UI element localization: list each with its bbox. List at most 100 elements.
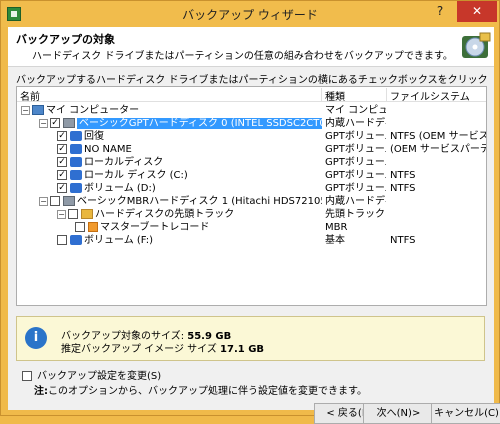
tree-row-type: マイ コンピューター: [325, 105, 386, 116]
tree-row-type: GPTボリューム: [325, 183, 386, 194]
tree-row-label[interactable]: NO NAME: [84, 144, 132, 155]
tree-row-filesystem: NTFS: [390, 170, 416, 181]
tree-row-filesystem: [387, 104, 486, 117]
row-checkbox[interactable]: ✓: [57, 144, 67, 154]
tree-row-label[interactable]: マスターブートレコード: [100, 222, 209, 233]
tree-row-type: 内蔵ハードディスク: [325, 196, 386, 207]
tree-row-filesystem: NTFS (OEM サービスパーティション): [390, 131, 486, 142]
cancel-button[interactable]: キャンセル(C): [431, 403, 500, 424]
tree-row[interactable]: − ハードディスクの先頭トラック 先頭トラック: [17, 208, 486, 221]
tree-row-name-cell: ✓ ローカル ディスク (C:): [57, 169, 322, 182]
tree-row-name-cell: − マイ コンピューター: [21, 104, 322, 117]
wizard-header: バックアップの対象 ハードディスク ドライブまたはパーティションの任意の組み合わ…: [8, 27, 494, 67]
tree-row-label[interactable]: ベーシックGPTハードディスク 0 (INTEL SSDSC2CT060A3 A…: [77, 118, 322, 129]
column-header-filesystem[interactable]: ファイルシステム: [387, 88, 486, 102]
tree-row-filesystem: (OEM サービスパーティション): [390, 144, 486, 155]
tree-row-type: GPTボリューム: [325, 144, 386, 155]
tree-row-filesystem: [387, 208, 486, 221]
backup-wizard-window: バックアップ ウィザード ? ✕ バックアップの対象 ハードディスク ドライブま…: [0, 0, 500, 424]
note-label: 注:: [34, 386, 48, 397]
column-header-type[interactable]: 種類: [322, 88, 387, 102]
help-button[interactable]: ?: [427, 1, 453, 22]
tree-row-label[interactable]: 回復: [84, 131, 104, 142]
tree-row[interactable]: ✓ ローカルディスク GPTボリューム: [17, 156, 486, 169]
row-checkbox[interactable]: ✓: [57, 170, 67, 180]
volume-icon: [70, 144, 82, 154]
tree-row-label[interactable]: ローカルディスク: [84, 157, 163, 168]
image-size-label: 推定バックアップ イメージ サイズ: [61, 344, 221, 355]
collapse-toggle-icon[interactable]: −: [39, 118, 48, 128]
tree-row[interactable]: − ベーシックMBRハードディスク 1 (Hitachi HDS721050CLA…: [17, 195, 486, 208]
change-settings-option[interactable]: バックアップ設定を変更(S): [22, 367, 161, 382]
tree-row-label[interactable]: ローカル ディスク (C:): [84, 170, 188, 181]
tree-row-type: 先頭トラック: [325, 209, 385, 220]
tree-row-name-cell: ✓ ボリューム (D:): [57, 182, 322, 195]
row-checkbox[interactable]: [57, 235, 67, 245]
tree-row-filesystem: [387, 221, 486, 234]
note-text: このオプションから、バックアップ処理に伴う設定値を変更できます。: [48, 386, 367, 397]
tree-row-label[interactable]: マイ コンピューター: [46, 105, 139, 116]
tree-row-name-cell: ✓ ローカルディスク: [57, 156, 322, 169]
disk-icon: [63, 118, 75, 128]
tree-row-name-cell: ✓ 回復: [57, 130, 322, 143]
track-icon: [81, 209, 93, 219]
row-checkbox[interactable]: ✓: [57, 157, 67, 167]
tree-row-name-cell: ✓ NO NAME: [57, 143, 322, 156]
tree-row-name-cell: − ハードディスクの先頭トラック: [57, 208, 322, 221]
tree-row-type: GPTボリューム: [325, 157, 386, 168]
row-checkbox[interactable]: ✓: [57, 131, 67, 141]
volume-icon: [70, 170, 82, 180]
tree-row-name-cell: ボリューム (F:): [57, 234, 322, 247]
collapse-toggle-icon[interactable]: −: [39, 196, 48, 206]
tree-row[interactable]: −✓ ベーシックGPTハードディスク 0 (INTEL SSDSC2CT060A3…: [17, 117, 486, 130]
volume-icon: [70, 157, 82, 167]
tree-row-label[interactable]: ボリューム (D:): [84, 183, 156, 194]
tree-row-type: GPTボリューム: [325, 131, 386, 142]
tree-row-filesystem: [387, 156, 486, 169]
window-title: バックアップ ウィザード: [182, 8, 318, 22]
change-settings-checkbox[interactable]: [22, 371, 32, 381]
tree-row[interactable]: ✓ NO NAME GPTボリューム (OEM サービスパーティション): [17, 143, 486, 156]
backup-summary-panel: i バックアップ対象のサイズ: 55.9 GB 推定バックアップ イメージ サイ…: [16, 316, 485, 361]
disk-icon: [63, 196, 75, 206]
row-checkbox[interactable]: [50, 196, 60, 206]
next-button[interactable]: 次へ(N)>: [363, 403, 434, 424]
tree-row[interactable]: ✓ ボリューム (D:) GPTボリューム NTFS: [17, 182, 486, 195]
settings-note: 注:このオプションから、バックアップ処理に伴う設定値を変更できます。: [34, 382, 367, 397]
collapse-toggle-icon[interactable]: −: [21, 105, 30, 115]
change-settings-label[interactable]: バックアップ設定を変更(S): [37, 371, 161, 382]
wizard-client-area: バックアップの対象 ハードディスク ドライブまたはパーティションの任意の組み合わ…: [8, 27, 500, 424]
tree-row-label[interactable]: ハードディスクの先頭トラック: [95, 209, 234, 220]
tree-row[interactable]: マスターブートレコード MBR: [17, 221, 486, 234]
computer-icon: [32, 105, 44, 115]
volume-icon: [70, 183, 82, 193]
tree-row-name-cell: マスターブートレコード: [75, 221, 322, 234]
tree-row-type: 基本: [325, 235, 345, 246]
collapse-toggle-icon[interactable]: −: [57, 209, 66, 219]
tree-row-label[interactable]: ボリューム (F:): [84, 235, 153, 246]
backup-disk-icon: [462, 32, 491, 58]
tree-row[interactable]: ✓ ローカル ディスク (C:) GPTボリューム NTFS: [17, 169, 486, 182]
close-button[interactable]: ✕: [457, 1, 497, 22]
tree-row[interactable]: − マイ コンピューター マイ コンピューター: [17, 104, 486, 117]
column-header-name[interactable]: 名前: [17, 88, 322, 102]
row-checkbox[interactable]: [75, 222, 85, 232]
mbr-icon: [88, 222, 98, 232]
tree-row[interactable]: ✓ 回復 GPTボリューム NTFS (OEM サービスパーティション): [17, 130, 486, 143]
tree-row-filesystem: [387, 117, 486, 130]
image-size-line: 推定バックアップ イメージ サイズ 17.1 GB: [61, 340, 264, 355]
drive-tree[interactable]: 名前 種類 ファイルシステム −マイ コンピューターマイ コンピューター−✓ベー…: [16, 86, 487, 306]
tree-row-type: GPTボリューム: [325, 170, 386, 181]
image-size-value: 17.1 GB: [220, 344, 265, 355]
tree-row-label[interactable]: ベーシックMBRハードディスク 1 (Hitachi HDS721050CLA3…: [77, 196, 322, 207]
tree-row-filesystem: [387, 195, 486, 208]
info-icon: i: [25, 327, 47, 349]
tree-row[interactable]: ボリューム (F:) 基本 NTFS: [17, 234, 486, 247]
row-checkbox[interactable]: [68, 209, 78, 219]
tree-row-type: MBR: [325, 222, 348, 233]
row-checkbox[interactable]: ✓: [50, 118, 60, 128]
step-title: バックアップの対象: [16, 33, 115, 46]
title-bar: バックアップ ウィザード ? ✕: [1, 1, 499, 27]
tree-row-type: 内蔵ハードディスク: [325, 118, 386, 129]
row-checkbox[interactable]: ✓: [57, 183, 67, 193]
